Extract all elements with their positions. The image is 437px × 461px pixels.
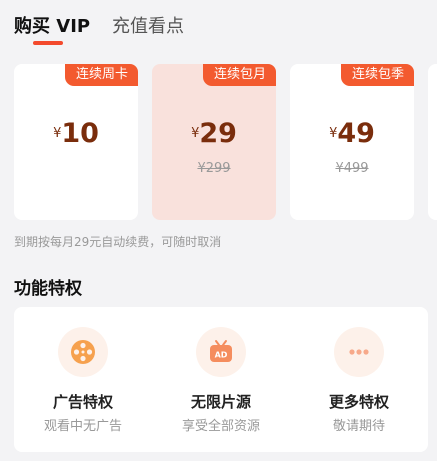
price-amount: 49 [337, 118, 375, 149]
privilege-title: 更多特权 [328, 393, 389, 411]
plan-tag: 连续周卡 [64, 64, 138, 86]
tv-icon: AD [196, 327, 246, 377]
plan-price: ¥49 [290, 118, 414, 149]
svg-text:AD: AD [215, 351, 228, 360]
privilege-item-more[interactable]: 更多特权 敬请期待 [290, 307, 428, 452]
plan-card-monthly[interactable]: 连续包月 ¥29 ¥299 [152, 64, 276, 220]
tab-recharge-points[interactable]: 充值看点 [112, 16, 184, 38]
price-amount: 29 [199, 118, 237, 149]
price-amount: 10 [61, 118, 99, 149]
privilege-subtitle: 观看中无广告 [43, 419, 122, 434]
plan-card-partial[interactable] [428, 64, 437, 220]
privilege-item-ads[interactable]: 广告特权 观看中无广告 [14, 307, 152, 452]
privilege-subtitle: 敬请期待 [332, 419, 385, 434]
more-dots-icon [334, 327, 384, 377]
tab-buy-vip[interactable]: 购买 VIP [14, 16, 90, 38]
privilege-item-sources[interactable]: AD 无限片源 享受全部资源 [152, 307, 290, 452]
film-reel-icon [58, 327, 108, 377]
privileges-title: 功能特权 [14, 279, 82, 299]
original-price: ¥299 [197, 161, 231, 176]
plan-card-weekly[interactable]: 连续周卡 ¥10 [14, 64, 138, 220]
auto-renew-note: 到期按每月29元自动续费，可随时取消 [14, 235, 222, 249]
privileges-panel: 广告特权 观看中无广告 AD 无限片源 享受全部资源 更多特权 敬请期待 [14, 307, 428, 452]
plan-tag: 连续包月 [202, 64, 276, 86]
active-tab-indicator [33, 41, 63, 45]
plan-price: ¥29 [152, 118, 276, 149]
plan-card-quarterly[interactable]: 连续包季 ¥49 ¥499 [290, 64, 414, 220]
privilege-title: 无限片源 [190, 393, 251, 411]
privilege-title: 广告特权 [52, 393, 113, 411]
privilege-subtitle: 享受全部资源 [181, 419, 260, 434]
plan-price: ¥10 [14, 118, 138, 149]
plan-tag: 连续包季 [340, 64, 414, 86]
plan-list: 连续周卡 ¥10 连续包月 ¥29 ¥299 连续包季 ¥49 ¥499 [0, 64, 437, 222]
original-price: ¥499 [335, 161, 369, 176]
tab-bar: 购买 VIP 充值看点 [0, 0, 437, 52]
